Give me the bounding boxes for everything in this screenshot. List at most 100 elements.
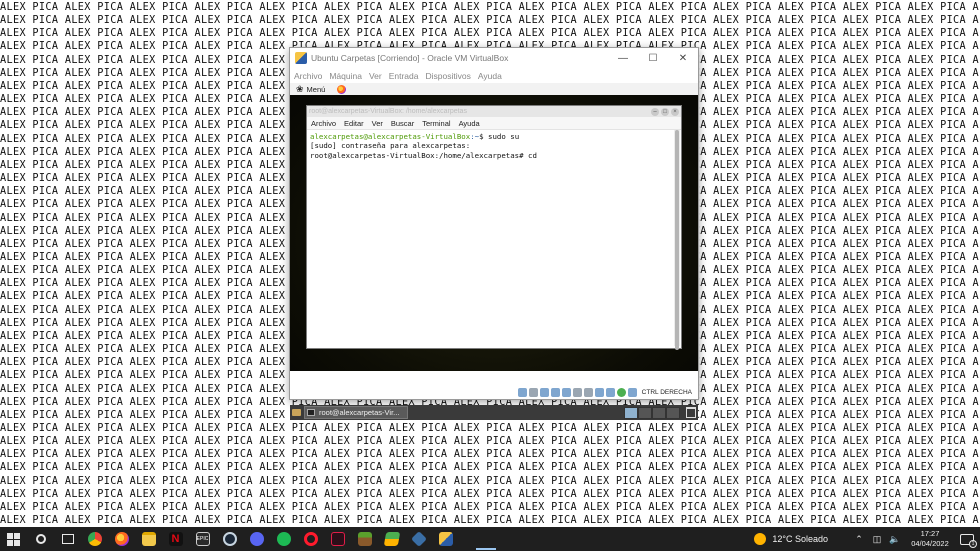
usb-icon[interactable] bbox=[561, 387, 571, 397]
guest-screen[interactable]: ❀ Menú root@alexcarpetas-VirtualBox: /ho… bbox=[290, 83, 698, 420]
taskbar-cube-app[interactable] bbox=[405, 527, 432, 551]
terminal-line: [sudo] contraseña para alexcarpetas: bbox=[310, 141, 471, 151]
taskbar-vegas[interactable] bbox=[324, 527, 351, 551]
terminal-menu-archivo[interactable]: Archivo bbox=[311, 119, 336, 128]
audio-icon[interactable] bbox=[539, 387, 549, 397]
terminal-window[interactable]: root@alexcarpetas-VirtualBox: /home/alex… bbox=[306, 105, 682, 350]
terminal-maximize-button[interactable]: □ bbox=[661, 107, 669, 116]
vegas-icon bbox=[330, 532, 345, 546]
guest-task-terminal[interactable]: root@alexcarpetas-Vir... bbox=[304, 406, 408, 419]
terminal-title-bar[interactable]: root@alexcarpetas-VirtualBox: /home/alex… bbox=[307, 106, 681, 117]
taskbar-spotify[interactable] bbox=[270, 527, 297, 551]
optical-drive-icon[interactable] bbox=[528, 387, 538, 397]
terminal-menu-ayuda[interactable]: Ayuda bbox=[459, 119, 480, 128]
workspace-2[interactable] bbox=[638, 406, 652, 419]
wallpaper-text-line: ALEX PICA ALEX PICA ALEX PICA ALEX PICA … bbox=[0, 475, 980, 487]
clock[interactable]: 17:27 04/04/2022 bbox=[904, 529, 956, 549]
wallpaper-text-line: ALEX PICA ALEX PICA ALEX PICA ALEX PICA … bbox=[0, 423, 980, 434]
terminal-title: root@alexcarpetas-VirtualBox: /home/alex… bbox=[309, 108, 467, 115]
terminal-menu-editar[interactable]: Editar bbox=[344, 119, 364, 128]
folder-icon[interactable] bbox=[292, 409, 301, 416]
hard-disk-icon[interactable] bbox=[517, 387, 527, 397]
vbox-window-title: Ubuntu Carpetas [Corriendo] - Oracle VM … bbox=[311, 53, 509, 63]
virtualbox-logo-icon bbox=[295, 52, 307, 64]
close-button[interactable]: ✕ bbox=[668, 48, 698, 68]
terminal-icon bbox=[307, 409, 315, 416]
network-icon[interactable]: ◫ bbox=[868, 534, 886, 545]
guest-menu-label[interactable]: Menú bbox=[307, 85, 326, 94]
vbox-menu-entrada[interactable]: Entrada bbox=[389, 71, 419, 81]
firefox-launcher-icon[interactable] bbox=[337, 84, 347, 94]
taskbar-minecraft[interactable] bbox=[351, 527, 378, 551]
shared-folders-icon[interactable] bbox=[572, 387, 582, 397]
guest-top-panel: ❀ Menú bbox=[290, 83, 698, 95]
firefox-icon bbox=[114, 532, 129, 546]
trash-icon[interactable] bbox=[686, 407, 696, 418]
taskbar-epic-games[interactable]: EPIC bbox=[189, 527, 216, 551]
taskbar-layers-app[interactable] bbox=[378, 527, 405, 551]
terminal-menubar: Archivo Editar Ver Buscar Terminal Ayuda bbox=[307, 117, 681, 130]
taskbar-file-explorer[interactable] bbox=[135, 527, 162, 551]
terminal-scrollbar[interactable] bbox=[674, 130, 680, 350]
taskbar-steam[interactable] bbox=[216, 527, 243, 551]
video-capture-icon[interactable] bbox=[594, 387, 604, 397]
mint-menu-icon[interactable]: ❀ bbox=[296, 84, 304, 95]
terminal-scrollbar-thumb[interactable] bbox=[675, 130, 679, 350]
vbox-title-bar[interactable]: Ubuntu Carpetas [Corriendo] - Oracle VM … bbox=[290, 48, 698, 68]
start-button[interactable] bbox=[0, 527, 27, 551]
terminal-minimize-button[interactable]: – bbox=[651, 107, 659, 116]
vbox-menu-maquina[interactable]: Máquina bbox=[329, 71, 362, 81]
virtualbox-icon bbox=[438, 532, 453, 546]
workspace-4[interactable] bbox=[666, 406, 680, 419]
task-view-button[interactable] bbox=[54, 527, 81, 551]
task-view-icon bbox=[61, 534, 74, 544]
workspace-1[interactable] bbox=[624, 406, 638, 419]
terminal-menu-terminal[interactable]: Terminal bbox=[422, 119, 450, 128]
network-icon[interactable] bbox=[550, 387, 560, 397]
terminal-close-button[interactable]: × bbox=[671, 107, 679, 116]
sun-icon[interactable] bbox=[754, 533, 767, 545]
layers-icon bbox=[383, 532, 400, 546]
vbox-menu-ver[interactable]: Ver bbox=[369, 71, 382, 81]
cpu-icon[interactable] bbox=[605, 387, 615, 397]
guest-bottom-panel: root@alexcarpetas-Vir... bbox=[290, 405, 698, 420]
guest-task-label: root@alexcarpetas-Vir... bbox=[319, 408, 400, 417]
taskbar-opera[interactable] bbox=[297, 527, 324, 551]
prompt-path: :~ bbox=[470, 132, 480, 141]
volume-icon[interactable]: 🔈 bbox=[886, 534, 904, 545]
terminal-menu-buscar[interactable]: Buscar bbox=[391, 119, 414, 128]
system-tray: 12°C Soleado ⌃ ◫ 🔈 17:27 04/04/2022 1 bbox=[754, 527, 980, 551]
vbox-menu-dispositivos[interactable]: Dispositivos bbox=[426, 71, 471, 81]
terminal-line: root@alexcarpetas-VirtualBox:/home/alexc… bbox=[310, 150, 537, 160]
notifications-icon[interactable]: 1 bbox=[960, 533, 977, 548]
chevron-up-icon[interactable]: ⌃ bbox=[850, 534, 868, 545]
clock-date: 04/04/2022 bbox=[911, 539, 949, 548]
keyboard-capture-icon[interactable] bbox=[627, 387, 637, 397]
terminal-menu-ver[interactable]: Ver bbox=[372, 119, 383, 128]
taskbar-discord[interactable] bbox=[243, 527, 270, 551]
display-icon[interactable] bbox=[583, 387, 593, 397]
vbox-menu-archivo[interactable]: Archivo bbox=[294, 71, 322, 81]
taskbar-netflix[interactable]: N bbox=[162, 527, 189, 551]
clock-time: 17:27 bbox=[920, 529, 940, 538]
taskbar-firefox[interactable] bbox=[108, 527, 135, 551]
vbox-menu-ayuda[interactable]: Ayuda bbox=[478, 71, 502, 81]
search-button[interactable] bbox=[27, 527, 54, 551]
taskbar-virtualbox[interactable] bbox=[432, 527, 459, 551]
spotify-icon bbox=[276, 532, 291, 546]
wallpaper-text-line: ALEX PICA ALEX PICA ALEX PICA ALEX PICA … bbox=[0, 515, 980, 527]
mouse-integration-icon[interactable] bbox=[616, 387, 626, 397]
terminal-line: alexcarpetas@alexcarpetas-VirtualBox:~$ … bbox=[310, 132, 670, 141]
workspace-3[interactable] bbox=[652, 406, 666, 419]
weather-widget[interactable]: 12°C Soleado bbox=[772, 534, 828, 544]
terminal-output[interactable]: alexcarpetas@alexcarpetas-VirtualBox:~$ … bbox=[307, 130, 673, 348]
wallpaper-text-line: ALEX PICA ALEX PICA ALEX PICA ALEX PICA … bbox=[0, 15, 980, 27]
minimize-button[interactable]: — bbox=[608, 48, 638, 68]
discord-icon bbox=[249, 532, 264, 546]
active-app-indicator bbox=[476, 548, 496, 550]
wallpaper-text-line: ALEX PICA ALEX PICA ALEX PICA ALEX PICA … bbox=[0, 2, 980, 13]
maximize-button[interactable]: ☐ bbox=[638, 48, 668, 68]
wallpaper-text-line: ALEX PICA ALEX PICA ALEX PICA ALEX PICA … bbox=[0, 462, 980, 474]
taskbar-chrome[interactable] bbox=[81, 527, 108, 551]
virtualbox-window[interactable]: Ubuntu Carpetas [Corriendo] - Oracle VM … bbox=[289, 47, 699, 420]
